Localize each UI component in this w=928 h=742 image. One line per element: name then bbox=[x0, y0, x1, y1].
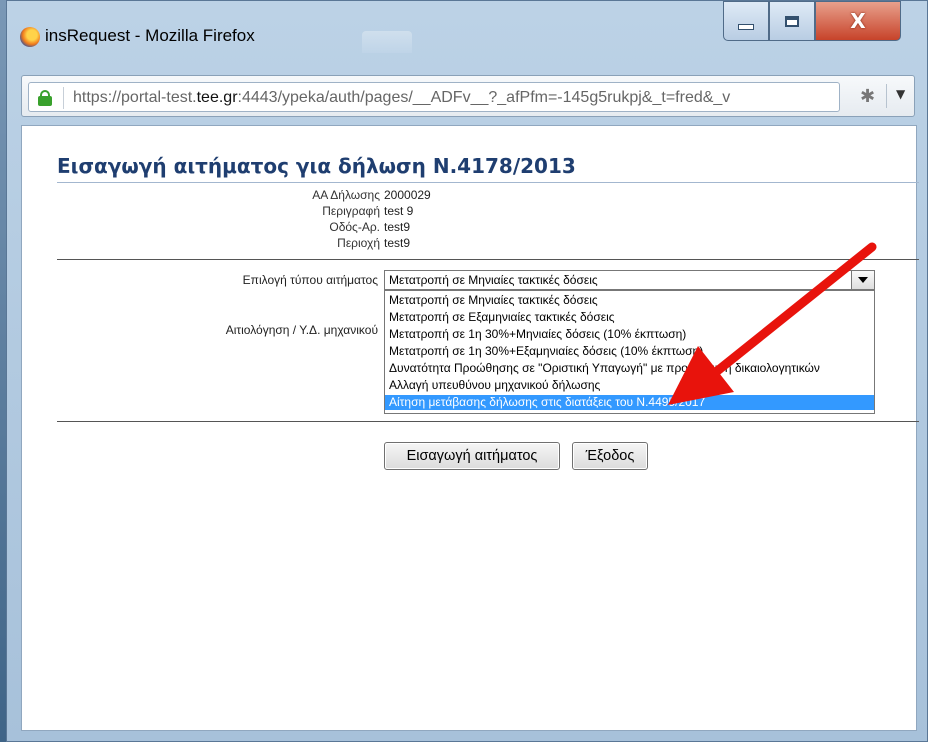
select-dropdown-button[interactable] bbox=[851, 271, 874, 289]
request-type-select[interactable]: Μετατροπή σε Μηνιαίες τακτικές δόσεις bbox=[384, 270, 875, 290]
tab-strip bbox=[362, 31, 412, 53]
request-type-options: Μετατροπή σε Μηνιαίες τακτικές δόσεις Με… bbox=[384, 290, 875, 414]
option-final-inclusion[interactable]: Δυνατότητα Προώθησης σε "Οριστική Υπαγωγ… bbox=[385, 361, 874, 376]
info-row-street: Οδός-Αρ. test9 bbox=[22, 220, 918, 236]
info-value: test9 bbox=[384, 220, 411, 234]
url-prefix: https://portal-test. bbox=[73, 89, 197, 106]
info-label: Περιοχή bbox=[337, 236, 380, 250]
exit-button[interactable]: Έξοδος bbox=[572, 442, 648, 470]
justification-label: Αιτιολόγηση / Υ.Δ. μηχανικού bbox=[225, 323, 378, 337]
browser-window: insRequest - Mozilla Firefox X https://p… bbox=[6, 0, 928, 742]
window-title: insRequest - Mozilla Firefox bbox=[45, 26, 255, 45]
info-row-area: Περιοχή test9 bbox=[22, 236, 918, 252]
info-label: Περιγραφή bbox=[322, 204, 380, 218]
request-type-label: Επιλογή τύπου αιτήματος bbox=[242, 273, 378, 287]
minimize-icon bbox=[738, 24, 754, 30]
option-change-engineer[interactable]: Αλλαγή υπευθύνου μηχανικού δήλωσης bbox=[385, 378, 874, 393]
chevron-down-icon bbox=[858, 277, 868, 283]
close-button[interactable]: X bbox=[815, 1, 901, 41]
option-30-monthly[interactable]: Μετατροπή σε 1η 30%+Μηνιαίες δόσεις (10%… bbox=[385, 327, 874, 342]
option-30-semiannual[interactable]: Μετατροπή σε 1η 30%+Εξαμηνιαίες δόσεις (… bbox=[385, 344, 874, 359]
info-row-description: Περιγραφή test 9 bbox=[22, 204, 918, 220]
option-monthly[interactable]: Μετατροπή σε Μηνιαίες τακτικές δόσεις bbox=[385, 293, 874, 308]
title-bar[interactable]: insRequest - Mozilla Firefox X bbox=[7, 1, 927, 61]
info-row-declaration-id: ΑΑ Δήλωσης 2000029 bbox=[22, 188, 918, 204]
title-divider bbox=[57, 182, 919, 183]
toolbar-separator bbox=[886, 84, 887, 108]
option-transition-4495[interactable]: Αίτηση μετάβασης δήλωσης στις διατάξεις … bbox=[385, 395, 874, 410]
info-value: test9 bbox=[384, 236, 411, 250]
select-value: Μετατροπή σε Μηνιαίες τακτικές δόσεις bbox=[389, 273, 598, 287]
section-divider bbox=[57, 421, 919, 422]
firefox-icon bbox=[20, 27, 40, 47]
section-divider bbox=[57, 259, 919, 260]
page-title: Εισαγωγή αιτήματος για δήλωση Ν.4178/201… bbox=[57, 154, 576, 178]
chevron-down-icon[interactable]: ▼ bbox=[896, 87, 905, 101]
maximize-icon bbox=[785, 15, 799, 27]
option-semiannual[interactable]: Μετατροπή σε Εξαμηνιαίες τακτικές δόσεις bbox=[385, 310, 874, 325]
insert-request-button[interactable]: Εισαγωγή αιτήματος bbox=[384, 442, 560, 470]
info-label: ΑΑ Δήλωσης bbox=[312, 188, 380, 202]
url-domain: tee.gr bbox=[196, 89, 238, 106]
url-path: :4443/ypeka/auth/pages/__ADFv__?_afPfm=-… bbox=[237, 89, 731, 106]
url-field[interactable]: https://portal-test.tee.gr:4443/ypeka/au… bbox=[28, 82, 840, 112]
info-value: 2000029 bbox=[384, 188, 431, 202]
info-label: Οδός-Αρ. bbox=[329, 220, 380, 234]
lock-icon[interactable] bbox=[38, 90, 52, 106]
close-icon: X bbox=[850, 9, 866, 33]
url-separator bbox=[63, 87, 64, 109]
maximize-button[interactable] bbox=[769, 1, 815, 41]
url-text[interactable]: https://portal-test.tee.gr:4443/ypeka/au… bbox=[73, 89, 833, 107]
page-content: Εισαγωγή αιτήματος για δήλωση Ν.4178/201… bbox=[21, 125, 919, 731]
minimize-button[interactable] bbox=[723, 1, 769, 41]
info-value: test 9 bbox=[384, 204, 414, 218]
addon-icon[interactable]: ✱ bbox=[860, 86, 875, 107]
navigation-bar: https://portal-test.tee.gr:4443/ypeka/au… bbox=[21, 75, 915, 117]
